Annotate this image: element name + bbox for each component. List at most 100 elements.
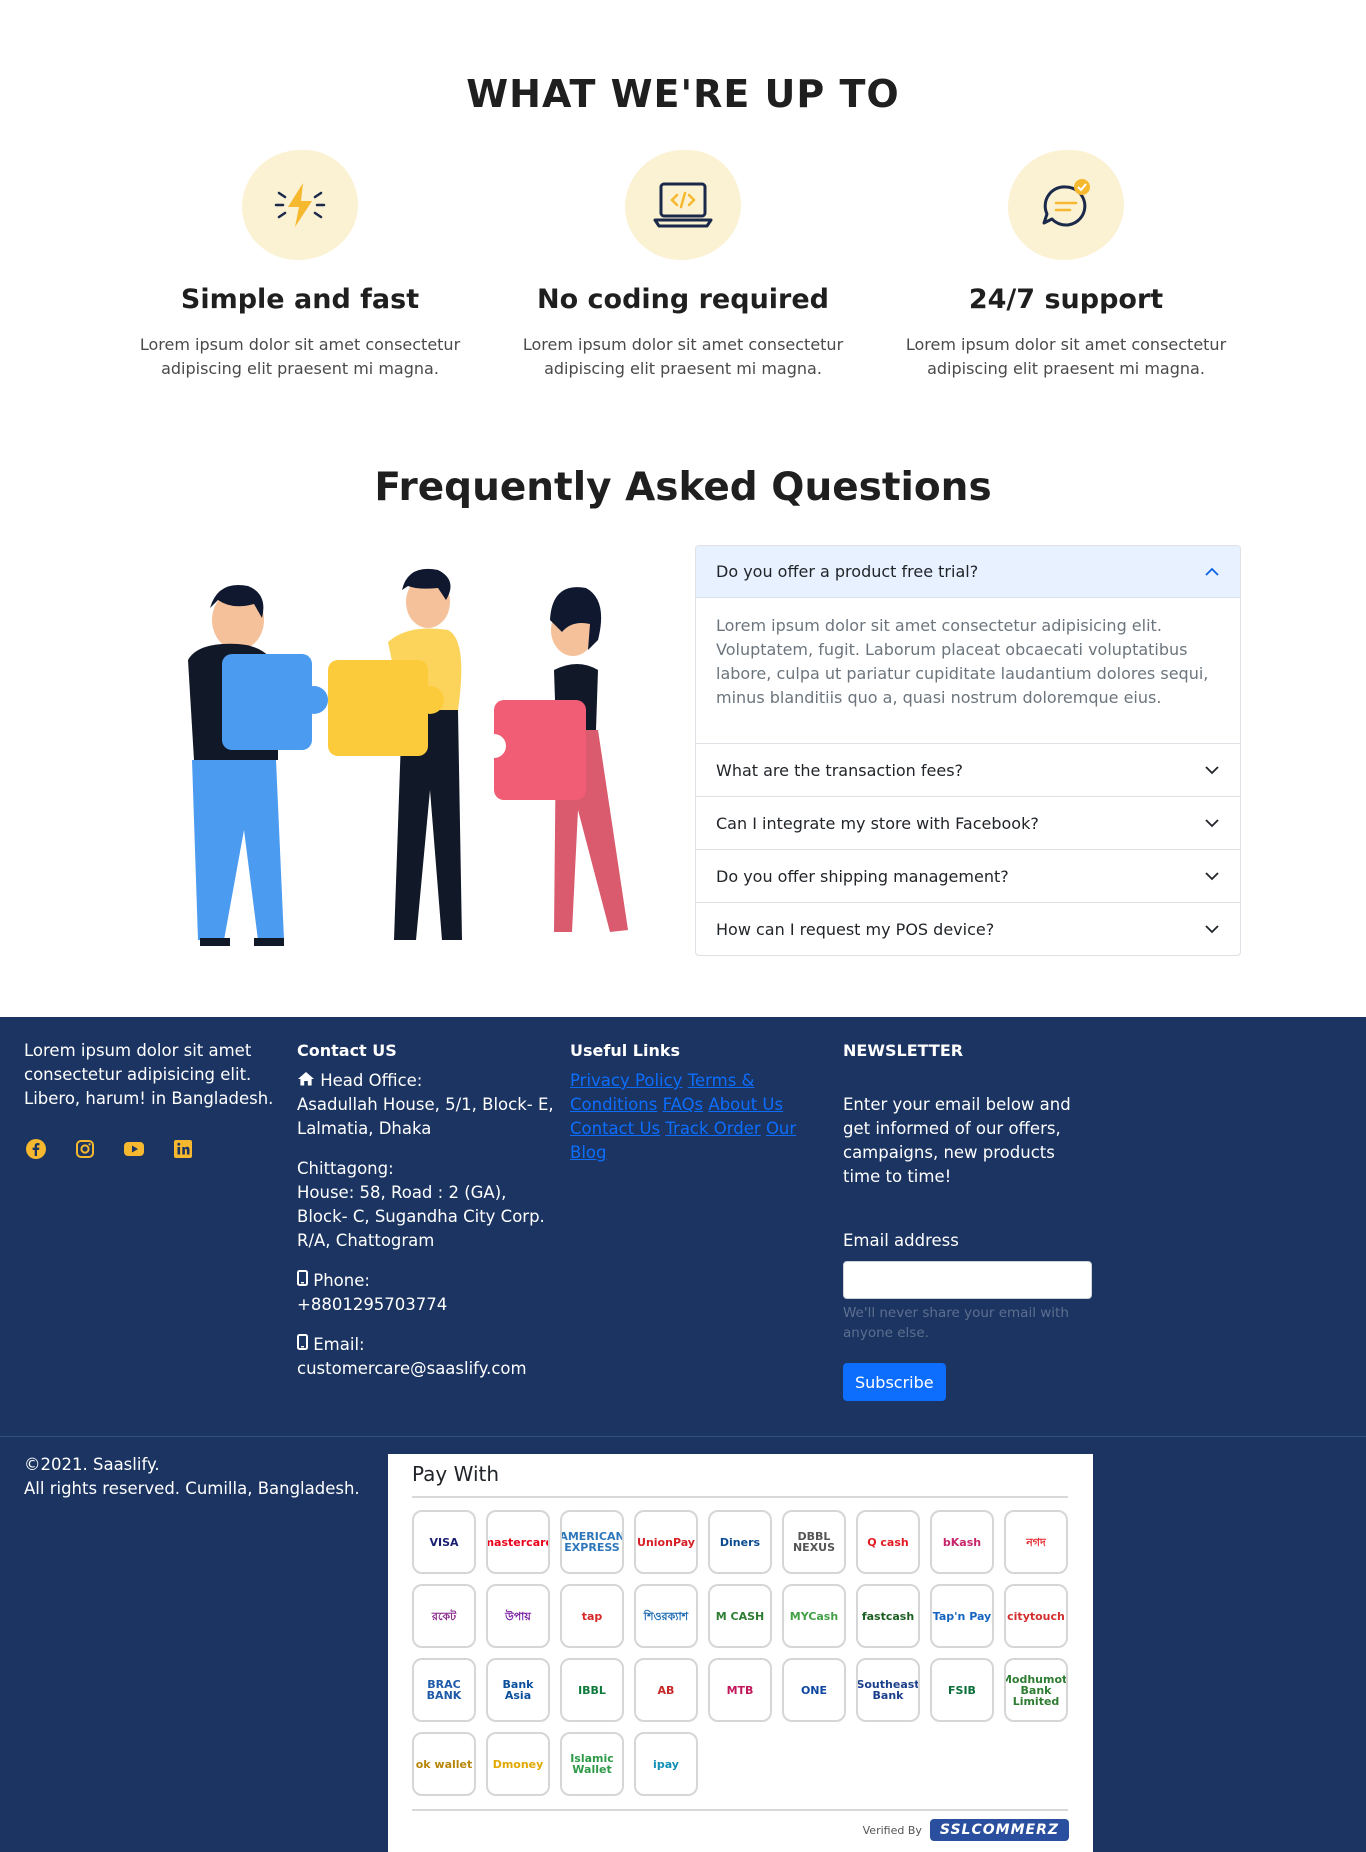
payment-logo: উপায়: [486, 1584, 550, 1648]
faq-question-text: Do you offer a product free trial?: [716, 562, 979, 581]
faq-question-text: How can I request my POS device?: [716, 919, 995, 939]
payment-logo: Diners: [708, 1510, 772, 1574]
faq-item: What are the transaction fees?: [696, 743, 1240, 796]
head-office-address: Asadullah House, 5/1, Block- E, Lalmatia…: [297, 1095, 554, 1138]
email-address[interactable]: customercare@saaslify.com: [297, 1357, 557, 1381]
payment-logo: UnionPay: [634, 1510, 698, 1574]
sslcommerz-logo: SSLCOMMERZ: [929, 1819, 1069, 1841]
chat-support-icon: [1008, 150, 1124, 260]
payment-logo: Modhumoti Bank Limited: [1004, 1658, 1068, 1722]
newsletter-description: Enter your email below and get informed …: [843, 1095, 1071, 1186]
payment-logo: ipay: [634, 1732, 698, 1796]
link-contact-us[interactable]: Contact Us: [570, 1119, 660, 1138]
payment-logo: MYCash: [782, 1584, 846, 1648]
link-track-order[interactable]: Track Order: [665, 1119, 760, 1138]
laptop-code-icon: [625, 150, 741, 260]
email-label: Email:: [313, 1335, 365, 1354]
faq-question-button[interactable]: How can I request my POS device?: [696, 903, 1240, 955]
chevron-up-icon: [1205, 567, 1219, 576]
chittagong-address: House: 58, Road : 2 (GA), Block- C, Suga…: [297, 1183, 545, 1250]
linkedin-icon[interactable]: [171, 1137, 194, 1160]
faq-item: How can I request my POS device?: [696, 902, 1240, 955]
footer-about: Lorem ipsum dolor sit amet consectetur a…: [24, 1039, 284, 1160]
payment-logo: Q cash: [856, 1510, 920, 1574]
pay-with-panel: Pay With VISA mastercard AMERICAN EXPRESS U…: [388, 1454, 1093, 1852]
footer-newsletter: NEWSLETTER Enter your email below and ge…: [843, 1039, 1103, 1401]
email-block: Email: customercare@saaslify.com: [297, 1333, 557, 1381]
payment-logo: Islamic Wallet: [560, 1732, 624, 1796]
section-title-upto: WHAT WE'RE UP TO: [466, 72, 900, 116]
newsletter-email-input[interactable]: [843, 1261, 1092, 1299]
home-icon: [298, 1072, 314, 1086]
subscribe-button[interactable]: Subscribe: [843, 1363, 946, 1401]
phone-number[interactable]: +8801295703774: [297, 1293, 557, 1317]
youtube-icon[interactable]: [122, 1137, 145, 1160]
chittagong-block: Chittagong: House: 58, Road : 2 (GA), Bl…: [297, 1157, 557, 1253]
payment-logo: M CASH: [708, 1584, 772, 1648]
faq-question-button[interactable]: Do you offer a product free trial?: [696, 546, 1240, 598]
payment-logo: BRAC BANK: [412, 1658, 476, 1722]
payment-logo: শিওরক্যাশ: [634, 1584, 698, 1648]
useful-links-heading: Useful Links: [570, 1041, 681, 1060]
faq-accordion: Do you offer a product free trial? Lorem…: [695, 545, 1241, 956]
useful-links-list: Privacy Policy Terms & Conditions FAQs A…: [570, 1069, 810, 1165]
payment-logo: bKash: [930, 1510, 994, 1574]
chevron-down-icon: [1205, 819, 1219, 828]
payment-logo: Bank Asia: [486, 1658, 550, 1722]
chevron-down-icon: [1205, 925, 1219, 934]
faq-question-text: Can I integrate my store with Facebook?: [716, 813, 1039, 833]
faq-question-button[interactable]: What are the transaction fees?: [696, 744, 1240, 796]
payment-logo: AB: [634, 1658, 698, 1722]
footer-contact-heading: Contact US: [297, 1041, 397, 1060]
feature-title: Simple and fast: [180, 284, 420, 315]
pay-with-title: Pay With: [412, 1462, 500, 1486]
mobile-icon: [297, 1334, 308, 1350]
faq-answer: Lorem ipsum dolor sit amet consectetur a…: [716, 616, 1209, 707]
mobile-icon: [297, 1270, 308, 1286]
payment-logo: রকেট: [412, 1584, 476, 1648]
lightning-icon: [242, 150, 358, 260]
newsletter-heading: NEWSLETTER: [843, 1041, 964, 1060]
payment-logo: MTB: [708, 1658, 772, 1722]
faq-question-button[interactable]: Do you offer shipping management?: [696, 850, 1240, 902]
payment-logo-grid: VISA mastercard AMERICAN EXPRESS UnionPay Di…: [412, 1510, 1068, 1796]
payment-logo: ok wallet: [412, 1732, 476, 1796]
copyright-line-2: All rights reserved. Cumilla, Bangladesh…: [24, 1479, 360, 1498]
faq-item: Can I integrate my store with Facebook?: [696, 796, 1240, 849]
feature-text: Lorem ipsum dolor sit amet consectetur a…: [139, 335, 461, 378]
email-field-label: Email address: [843, 1231, 959, 1250]
pay-with-divider: [412, 1496, 1068, 1498]
feature-title: 24/7 support: [968, 284, 1164, 315]
faq-item: Do you offer a product free trial? Lorem…: [696, 546, 1240, 743]
feature-simple-fast: Simple and fast Lorem ipsum dolor sit am…: [120, 150, 480, 381]
chevron-down-icon: [1205, 766, 1219, 775]
instagram-icon[interactable]: [73, 1137, 96, 1160]
social-links: [24, 1137, 284, 1160]
payment-logo: VISA: [412, 1510, 476, 1574]
chittagong-label: Chittagong:: [297, 1159, 394, 1178]
payment-logo: fastcash: [856, 1584, 920, 1648]
feature-no-coding: No coding required Lorem ipsum dolor sit…: [503, 150, 863, 381]
payment-logo: Dmoney: [486, 1732, 550, 1796]
faq-question-button[interactable]: Can I integrate my store with Facebook?: [696, 797, 1240, 849]
phone-label: Phone:: [313, 1271, 370, 1290]
payment-logo: নগদ: [1004, 1510, 1068, 1574]
footer-contact: Contact US Head Office: Asadullah House,…: [297, 1039, 557, 1397]
faq-item: Do you offer shipping management?: [696, 849, 1240, 902]
footer-divider: [0, 1436, 1366, 1437]
feature-text: Lorem ipsum dolor sit amet consectetur a…: [522, 335, 844, 378]
facebook-icon[interactable]: [24, 1137, 47, 1160]
link-about-us[interactable]: About Us: [708, 1095, 783, 1114]
link-privacy-policy[interactable]: Privacy Policy: [570, 1071, 682, 1090]
email-help-text: We'll never share your email with anyone…: [843, 1305, 1069, 1341]
link-faqs[interactable]: FAQs: [663, 1095, 704, 1114]
payment-logo: IBBL: [560, 1658, 624, 1722]
payment-logo: tap: [560, 1584, 624, 1648]
verified-by: Verified By SSLCOMMERZ: [863, 1819, 1069, 1841]
footer-useful-links: Useful Links Privacy Policy Terms & Cond…: [570, 1039, 810, 1165]
pay-with-divider-bottom: [412, 1809, 1068, 1811]
feature-title: No coding required: [536, 284, 830, 315]
head-office-block: Head Office: Asadullah House, 5/1, Block…: [297, 1069, 557, 1141]
payment-logo: Southeast Bank: [856, 1658, 920, 1722]
section-title-faq: Frequently Asked Questions: [374, 465, 992, 510]
